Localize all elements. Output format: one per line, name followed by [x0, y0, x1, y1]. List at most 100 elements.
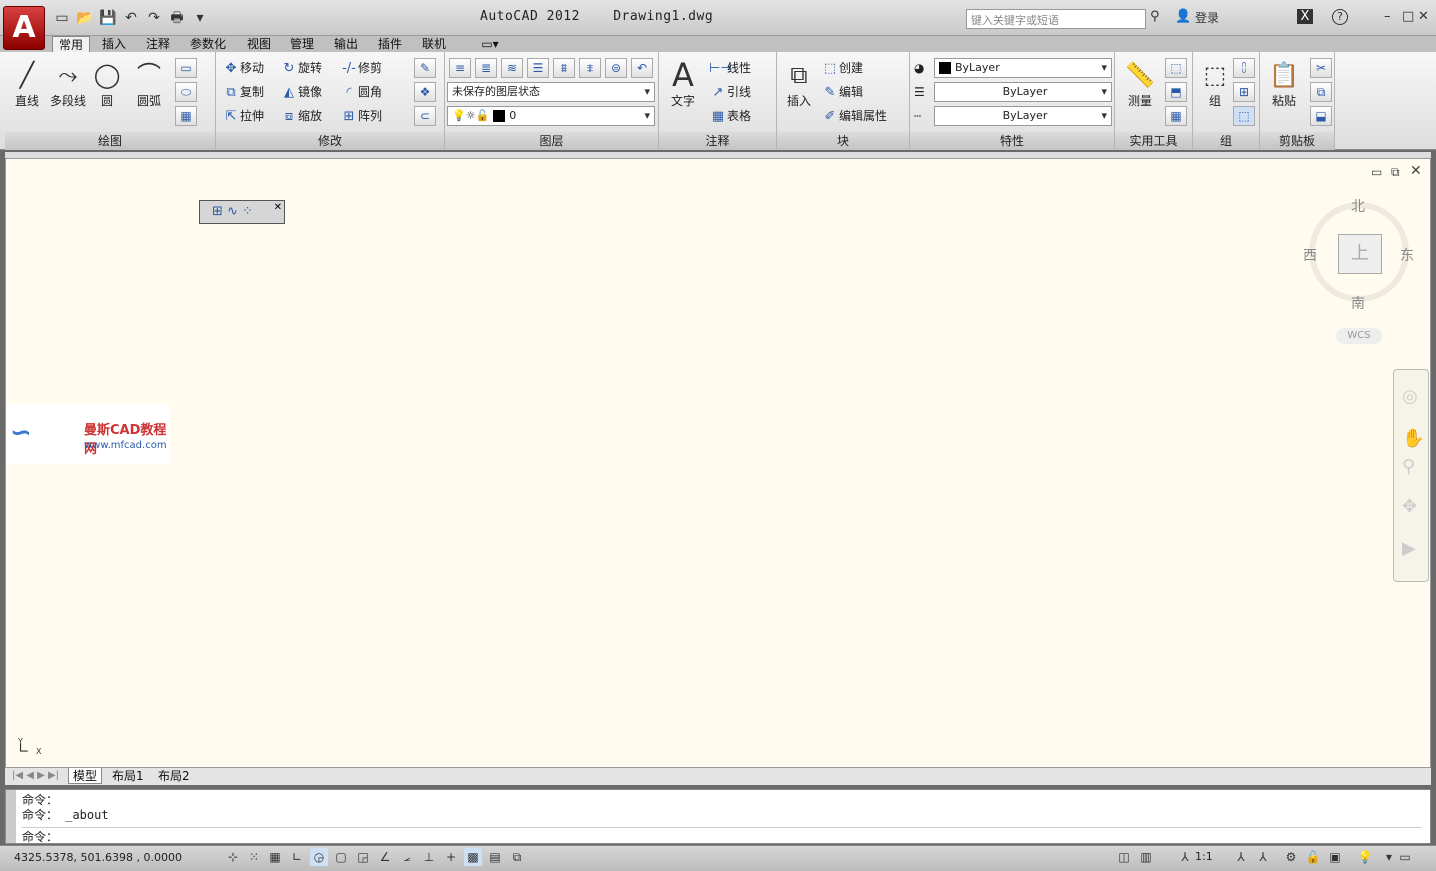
layer-previous-icon[interactable]: ↶: [631, 58, 653, 78]
linetype-select[interactable]: ByLayer: [934, 106, 1112, 126]
insert-button[interactable]: ⧉ 插入: [781, 58, 817, 109]
user-icon[interactable]: 👤: [1175, 9, 1191, 24]
quick-properties-icon[interactable]: ▤: [486, 848, 504, 866]
erase-icon[interactable]: ✎: [414, 58, 436, 78]
maximize-icon[interactable]: □: [1402, 9, 1414, 24]
layer-isolate-icon[interactable]: ≋: [501, 58, 523, 78]
tab-annotate[interactable]: 注释: [142, 36, 174, 52]
array-path-icon[interactable]: ∿: [227, 204, 238, 219]
array-button[interactable]: ⊞ 阵列: [340, 106, 382, 126]
line-button[interactable]: ╱ 直线: [9, 58, 45, 109]
layer-select[interactable]: 💡☼🔓 0: [447, 106, 655, 126]
otrack-icon[interactable]: ∠: [376, 848, 394, 866]
panel-label-properties[interactable]: 特性: [910, 132, 1114, 150]
search-input[interactable]: 键入关键字或短语: [966, 9, 1146, 29]
navigation-bar[interactable]: ◎ ✋ ⚲ ✥ ▶: [1393, 369, 1429, 582]
annotation-visibility-icon[interactable]: ⅄: [1232, 848, 1250, 866]
tab-home[interactable]: 常用: [52, 36, 90, 52]
viewcube-west[interactable]: 西: [1303, 245, 1317, 265]
panel-label-modify[interactable]: 修改: [216, 132, 444, 150]
color-select[interactable]: ByLayer: [934, 58, 1112, 78]
tab-view[interactable]: 视图: [243, 36, 275, 52]
layer-match-icon[interactable]: ⊜: [605, 58, 627, 78]
lweight-icon[interactable]: +: [442, 848, 460, 866]
tab-parametric[interactable]: 参数化: [186, 36, 230, 52]
move-button[interactable]: ✥ 移动: [222, 58, 264, 78]
group-button[interactable]: ⬚ 组: [1197, 58, 1233, 109]
linear-button[interactable]: ⊢⊣线性: [709, 58, 751, 78]
steering-wheel-icon[interactable]: ◎: [1402, 386, 1418, 407]
panel-label-clipboard[interactable]: 剪贴板: [1260, 132, 1334, 150]
fillet-button[interactable]: ◜ 圆角: [340, 82, 382, 102]
polyline-button[interactable]: ⤳ 多段线: [47, 58, 89, 109]
annotation-scale[interactable]: 1:1: [1195, 850, 1213, 863]
paste-button[interactable]: 📋 粘贴: [1264, 58, 1304, 109]
match-properties-icon[interactable]: ⬓: [1310, 106, 1332, 126]
explode-icon[interactable]: ❖: [414, 82, 436, 102]
ducs-icon[interactable]: ⦟: [398, 848, 416, 866]
open-icon[interactable]: 📂: [75, 8, 95, 28]
panel-label-annotation[interactable]: 注释: [659, 132, 776, 150]
tab-layout1[interactable]: 布局1: [108, 768, 148, 784]
floating-toolbar[interactable]: ⊞ ∿ ⁘ ✕: [199, 200, 285, 224]
edit-attributes-button[interactable]: ✐ 编辑属性: [821, 106, 887, 126]
polar-icon[interactable]: ◶: [310, 848, 328, 866]
tab-online[interactable]: 联机: [418, 36, 450, 52]
infer-constraints-icon[interactable]: ⊹: [224, 848, 242, 866]
application-menu-button[interactable]: A: [3, 6, 45, 50]
viewcube-north[interactable]: 北: [1351, 196, 1365, 216]
new-icon[interactable]: ▭: [52, 8, 72, 28]
ribbon-toggle-icon[interactable]: ▭▾: [476, 36, 504, 52]
text-button[interactable]: A 文字: [665, 58, 701, 109]
table-button[interactable]: ▦ 表格: [709, 106, 751, 126]
close-icon[interactable]: ✕: [1418, 9, 1429, 24]
layer-state-select[interactable]: 未保存的图层状态: [447, 82, 655, 102]
array-polar-icon[interactable]: ⁘: [242, 204, 253, 219]
trim-button[interactable]: -/- 修剪: [340, 58, 382, 78]
orbit-icon[interactable]: ✥: [1402, 496, 1417, 517]
tab-plugins[interactable]: 插件: [374, 36, 406, 52]
wcs-menu[interactable]: WCS: [1336, 328, 1382, 344]
create-block-button[interactable]: ⬚ 创建: [821, 58, 863, 78]
group-selection-icon[interactable]: ⬚: [1233, 106, 1255, 126]
viewcube-south[interactable]: 南: [1351, 293, 1365, 313]
panel-label-layers[interactable]: 图层: [445, 132, 658, 150]
panel-label-groups[interactable]: 组: [1193, 132, 1259, 150]
panel-label-utilities[interactable]: 实用工具: [1115, 132, 1192, 150]
viewcube-top-face[interactable]: 上: [1338, 234, 1382, 274]
dyn-icon[interactable]: ⊥: [420, 848, 438, 866]
help-icon[interactable]: ?: [1332, 9, 1348, 25]
hardware-acceleration-icon[interactable]: ▣: [1326, 848, 1344, 866]
layer-freeze-icon[interactable]: ☰: [527, 58, 549, 78]
close-icon[interactable]: ✕: [274, 197, 282, 219]
grid-icon[interactable]: ▦: [266, 848, 284, 866]
copy-button[interactable]: ⧉ 复制: [222, 82, 264, 102]
plot-icon[interactable]: 🖶: [167, 8, 187, 28]
showmotion-icon[interactable]: ▶: [1402, 538, 1416, 559]
leader-button[interactable]: ↗ 引线: [709, 82, 751, 102]
quick-view-icon[interactable]: ▥: [1137, 848, 1155, 866]
chevron-down-icon[interactable]: ▾: [190, 8, 210, 28]
circle-button[interactable]: ◯ 圆: [91, 58, 123, 109]
undo-icon[interactable]: ↶: [121, 8, 141, 28]
group-edit-icon[interactable]: ⊞: [1233, 82, 1255, 102]
lineweight-select[interactable]: ByLayer: [934, 82, 1112, 102]
measure-button[interactable]: 📏 测量: [1119, 58, 1161, 109]
ortho-icon[interactable]: ∟: [288, 848, 306, 866]
toolbar-lock-icon[interactable]: 🔓: [1304, 848, 1322, 866]
selection-cycling-icon[interactable]: ⧉: [508, 848, 526, 866]
snap-icon[interactable]: ⁙: [245, 848, 263, 866]
quick-select-icon[interactable]: ⬚: [1165, 58, 1187, 78]
zoom-icon[interactable]: ⚲: [1402, 456, 1415, 477]
command-grip[interactable]: [6, 790, 16, 843]
workspace-gear-icon[interactable]: ⚙: [1282, 848, 1300, 866]
layer-lock-icon[interactable]: ⩨: [579, 58, 601, 78]
3d-osnap-icon[interactable]: ◲: [354, 848, 372, 866]
tab-output[interactable]: 输出: [330, 36, 362, 52]
select-all-icon[interactable]: ⬒: [1165, 82, 1187, 102]
tab-manage[interactable]: 管理: [286, 36, 318, 52]
tab-layout2[interactable]: 布局2: [154, 768, 194, 784]
linetype-icon[interactable]: ┄: [914, 106, 921, 126]
pan-icon[interactable]: ✋: [1402, 428, 1424, 449]
minimize-icon[interactable]: –: [1384, 9, 1391, 24]
